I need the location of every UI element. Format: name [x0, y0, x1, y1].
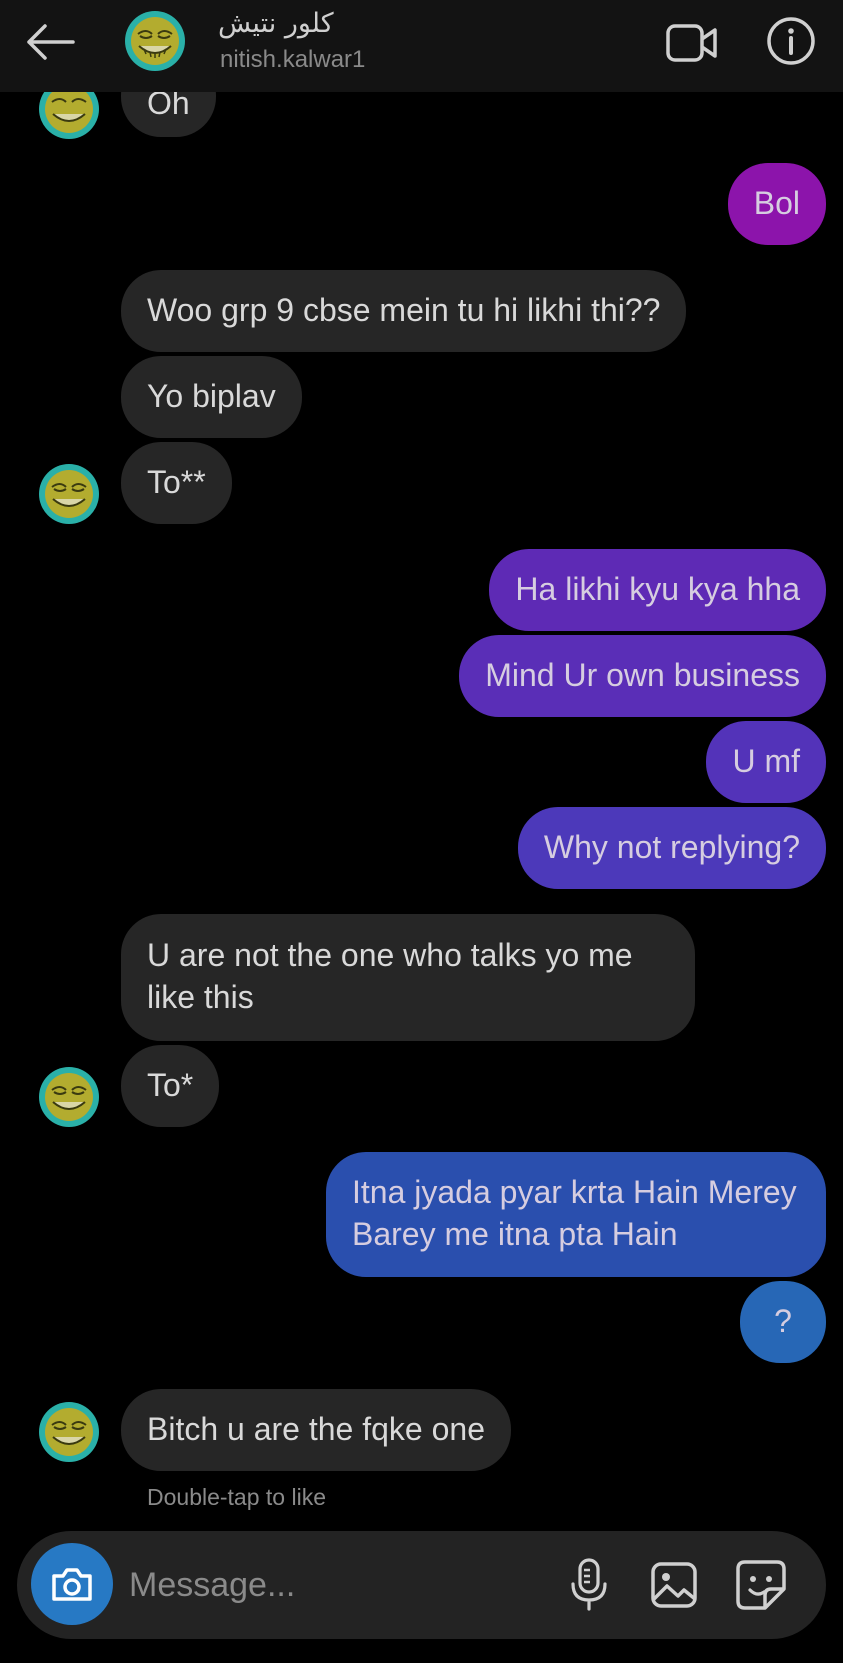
troll-face-icon: [39, 1067, 99, 1127]
message-bubble-outgoing[interactable]: Itna jyada pyar krta Hain Merey Barey me…: [326, 1152, 826, 1277]
info-button[interactable]: [764, 14, 818, 68]
microphone-button[interactable]: [564, 1557, 614, 1613]
message-bubble-incoming[interactable]: Woo grp 9 cbse mein tu hi likhi thi??: [121, 270, 687, 352]
message-bubble-outgoing[interactable]: Bol: [727, 163, 826, 245]
message-bubble-outgoing[interactable]: Why not replying?: [517, 807, 826, 889]
message-bubble-outgoing[interactable]: Ha likhi kyu kya hha: [489, 549, 826, 631]
double-tap-hint: Double-tap to like: [147, 1484, 326, 1510]
message-bubble-incoming[interactable]: To*: [121, 1045, 220, 1127]
message-bubble-outgoing[interactable]: ?: [740, 1281, 826, 1363]
message-input[interactable]: [129, 1555, 549, 1615]
camera-icon: [52, 1568, 92, 1601]
message-bubble-outgoing[interactable]: Mind Ur own business: [459, 635, 826, 717]
chat-header: كلور نتيش nitish.kalwar1: [0, 0, 843, 92]
sticker-icon: [736, 1560, 786, 1610]
contact-avatar[interactable]: [124, 10, 186, 72]
sender-avatar[interactable]: [38, 1401, 100, 1463]
message-bubble-incoming[interactable]: To**: [121, 442, 232, 524]
contact-handle[interactable]: nitish.kalwar1: [220, 46, 365, 74]
sticker-button[interactable]: [733, 1557, 789, 1613]
troll-face-icon: [125, 11, 185, 71]
camera-button[interactable]: [31, 1543, 113, 1625]
troll-face-icon: [39, 1402, 99, 1462]
arrow-left-icon: [27, 24, 75, 60]
message-bubble-outgoing[interactable]: U mf: [706, 721, 826, 803]
back-button[interactable]: [18, 14, 82, 70]
troll-face-icon: [39, 464, 99, 524]
gallery-button[interactable]: [648, 1559, 700, 1611]
message-composer: [17, 1531, 826, 1639]
message-bubble-incoming[interactable]: Bitch u are the fqke one: [121, 1389, 511, 1471]
gallery-icon: [651, 1562, 697, 1608]
sender-avatar[interactable]: [38, 463, 100, 525]
microphone-icon: [571, 1558, 607, 1611]
message-bubble-incoming[interactable]: Yo biplav: [121, 356, 302, 438]
video-call-icon: [666, 24, 717, 62]
contact-name[interactable]: كلور نتيش: [218, 8, 334, 39]
message-bubble-incoming[interactable]: U are not the one who talks yo me like t…: [121, 914, 695, 1041]
sender-avatar[interactable]: [38, 1066, 100, 1128]
video-call-button[interactable]: [664, 18, 720, 68]
info-icon: [767, 17, 815, 65]
